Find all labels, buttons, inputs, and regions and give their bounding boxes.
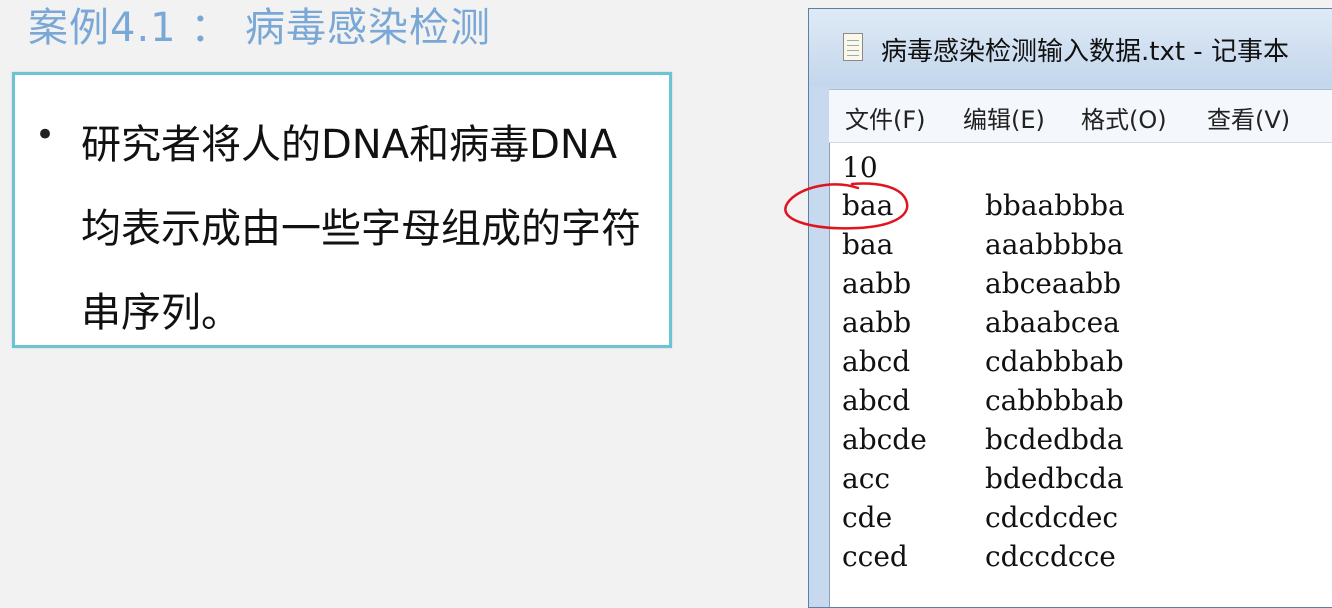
human-dna: abcd <box>842 345 911 378</box>
bullet-text: 研究者将人的DNA和病毒DNA均表示成由一些字母组成的字符串序列。 <box>81 122 641 336</box>
virus-dna: cabbbbab <box>985 384 1124 417</box>
human-dna: abcde <box>842 423 927 456</box>
virus-dna: cdccdcce <box>985 540 1116 573</box>
human-dna: baa <box>842 228 894 261</box>
menu-view[interactable]: 查看(V) <box>1207 100 1290 135</box>
virus-dna: cdabbbab <box>985 345 1124 378</box>
virus-dna: aaabbbba <box>985 228 1124 261</box>
human-dna: aabb <box>842 267 912 300</box>
virus-dna: bcdedbda <box>985 423 1124 456</box>
human-dna: baa <box>842 189 894 222</box>
human-dna: acc <box>842 462 891 495</box>
notepad-icon <box>843 33 863 61</box>
menu-file[interactable]: 文件(F) <box>845 100 926 135</box>
human-dna: aabb <box>842 306 912 339</box>
virus-dna: abaabcea <box>985 306 1120 339</box>
virus-dna: cdcdcdec <box>985 501 1119 534</box>
virus-dna: bbaabbba <box>985 189 1125 222</box>
virus-dna: bdedbcda <box>985 462 1124 495</box>
notepad-window[interactable]: 病毒感染检测输入数据.txt - 记事本 文件(F) 编辑(E) 格式(O) 查… <box>808 8 1332 608</box>
window-titlebar[interactable]: 病毒感染检测输入数据.txt - 记事本 <box>809 9 1332 87</box>
human-dna: cced <box>842 540 908 573</box>
bullet-box: • 研究者将人的DNA和病毒DNA均表示成由一些字母组成的字符串序列。 <box>12 72 672 348</box>
window-title: 病毒感染检测输入数据.txt - 记事本 <box>881 37 1289 67</box>
editor-first-line: 10 <box>842 151 878 184</box>
menu-edit[interactable]: 编辑(E) <box>963 100 1045 135</box>
slide-title: 案例4.1 ： 病毒感染检测 <box>28 5 492 51</box>
human-dna: abcd <box>842 384 911 417</box>
menubar: 文件(F) 编辑(E) 格式(O) 查看(V) <box>829 89 1332 143</box>
text-editor[interactable]: 10 baa bbaabbba baa aaabbbba aabb abceaa… <box>829 143 1332 607</box>
virus-dna: abceaabb <box>985 267 1122 300</box>
human-dna: cde <box>842 501 893 534</box>
menu-format[interactable]: 格式(O) <box>1081 100 1167 135</box>
bullet-dot-icon: • <box>35 115 56 155</box>
